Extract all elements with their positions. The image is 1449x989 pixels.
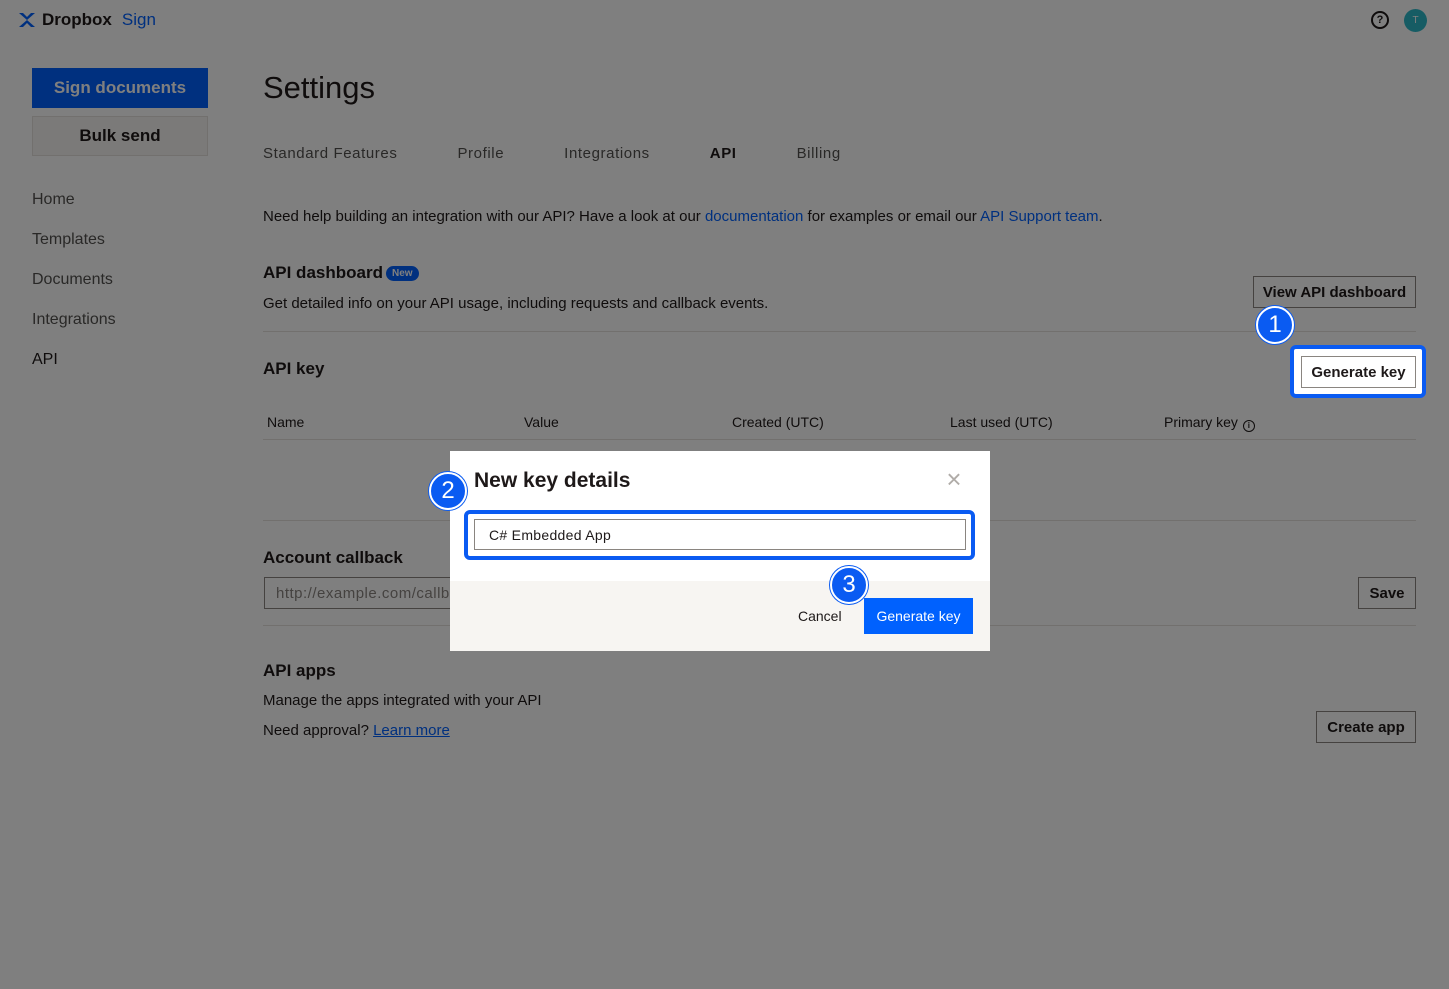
modal-title: New key details xyxy=(474,469,631,492)
step-2-badge: 2 xyxy=(429,472,467,510)
page: DropboxSign ? T Sign documents Bulk send… xyxy=(0,0,1449,989)
step-1-badge: 1 xyxy=(1256,306,1294,344)
generate-key-button-highlighted[interactable]: Generate key xyxy=(1301,356,1416,388)
modal-generate-key-button[interactable]: Generate key xyxy=(864,598,973,634)
close-icon[interactable]: × xyxy=(943,466,965,492)
step-3-badge: 3 xyxy=(830,566,868,604)
cancel-button[interactable]: Cancel xyxy=(798,608,842,624)
step-2-highlight xyxy=(464,510,975,560)
